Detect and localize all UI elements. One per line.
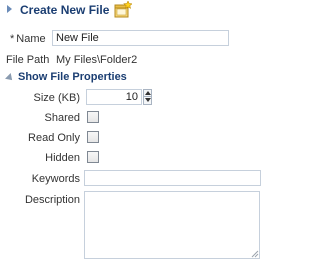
hidden-checkbox[interactable] [87, 151, 99, 163]
read-only-checkbox[interactable] [87, 131, 99, 143]
section-title[interactable]: Show File Properties [18, 71, 127, 83]
name-label-text: Name [16, 33, 46, 45]
spin-down-icon[interactable] [143, 97, 152, 105]
keywords-input[interactable] [84, 170, 261, 186]
required-marker: * [10, 33, 15, 45]
hidden-label: Hidden [45, 152, 80, 164]
new-file-icon [114, 1, 132, 18]
name-input[interactable] [52, 30, 229, 46]
description-label: Description [24, 194, 80, 206]
description-textarea[interactable] [84, 191, 260, 259]
keywords-label: Keywords [31, 173, 80, 185]
disclosure-expanded-icon[interactable] [5, 73, 15, 83]
shared-label: Shared [44, 112, 80, 124]
size-spinner [86, 89, 152, 105]
create-new-file-panel: Create New File *Name File Path My Files… [0, 0, 291, 264]
spinner-buttons [143, 89, 152, 105]
file-path-value: My Files\Folder2 [56, 54, 138, 66]
page-title: Create New File [20, 3, 110, 17]
size-input[interactable] [86, 89, 142, 105]
panel-header: Create New File [0, 0, 291, 22]
resize-grip-icon[interactable] [250, 249, 259, 258]
size-label: Size (KB) [33, 92, 80, 104]
spin-up-icon[interactable] [143, 89, 152, 97]
name-label: * Name [10, 33, 46, 45]
read-only-label: Read Only [28, 132, 80, 144]
file-path-label: File Path [6, 54, 50, 66]
file-properties-section-header[interactable]: Show File Properties [0, 70, 291, 86]
disclosure-right-icon[interactable] [7, 5, 12, 13]
shared-checkbox[interactable] [87, 111, 99, 123]
